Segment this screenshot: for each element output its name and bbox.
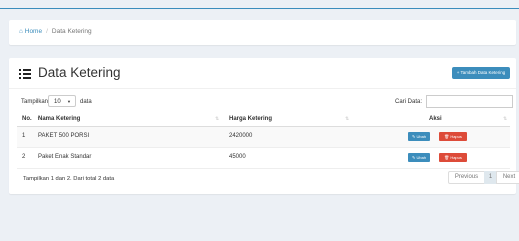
column-header-no[interactable]: No. — [22, 116, 32, 122]
next-page-button[interactable]: Next — [496, 171, 519, 184]
trash-icon: 🗑 — [444, 134, 450, 139]
title-divider — [9, 88, 516, 89]
delete-button[interactable]: 🗑 Hapus — [439, 132, 467, 141]
search-input[interactable] — [426, 95, 513, 108]
column-header-name[interactable]: Nama Ketering — [38, 116, 80, 122]
edit-icon: ✎ — [411, 134, 416, 139]
catering-price: 45000 — [229, 154, 246, 160]
length-label: Tampilkan — [21, 99, 49, 105]
breadcrumb-home-link[interactable]: ⌂ Home — [19, 28, 42, 35]
catering-price: 2420000 — [229, 133, 253, 139]
top-header — [0, 0, 519, 9]
edit-button[interactable]: ✎ Ubah — [408, 153, 430, 162]
row-number: 1 — [22, 133, 26, 139]
page-length-select[interactable]: 10 ▼ — [48, 95, 76, 107]
page-length-value: 10 — [54, 99, 61, 105]
row-number: 2 — [22, 154, 26, 160]
breadcrumb-home-label: Home — [24, 28, 43, 35]
edit-icon: ✎ — [411, 155, 416, 160]
trash-icon: 🗑 — [444, 155, 450, 160]
breadcrumb-separator: / — [46, 28, 48, 35]
breadcrumb-current: Data Ketering — [51, 28, 92, 35]
breadcrumb-panel: ⌂ Home / Data Ketering — [9, 20, 516, 45]
table-row: 1 PAKET 500 PORSI 2420000 ✎ Ubah 🗑 Hapus — [17, 127, 510, 148]
add-catering-button[interactable]: + Tambah Data Ketering — [452, 67, 510, 79]
delete-label: Hapus — [450, 155, 462, 160]
page-title: Data Ketering — [38, 65, 121, 80]
sort-icon: ⇅ — [503, 116, 508, 122]
table-header: No. ↑ Nama Ketering ⇅ Harga Ketering ⇅ Aksi… — [17, 113, 510, 127]
table-info: Tampilkan 1 dan 2. Dari total 2 data — [23, 176, 115, 182]
search-label: Cari Data: — [395, 99, 423, 105]
previous-page-button[interactable]: Previous — [448, 171, 485, 184]
edit-label: Ubah — [416, 155, 427, 160]
edit-button[interactable]: ✎ Ubah — [408, 132, 430, 141]
list-icon — [19, 69, 31, 79]
length-suffix: data — [80, 99, 92, 105]
breadcrumb: ⌂ Home / Data Ketering — [19, 28, 92, 35]
catering-name: PAKET 500 PORSI — [38, 133, 90, 139]
delete-label: Hapus — [450, 134, 462, 139]
data-panel: Data Ketering + Tambah Data Ketering Tam… — [9, 58, 519, 194]
catering-name: Paket Enak Standar — [38, 154, 92, 160]
home-icon: ⌂ — [19, 28, 23, 35]
table-row: 2 Paket Enak Standar 45000 ✎ Ubah 🗑 Hapu… — [17, 148, 510, 169]
sort-icon: ⇅ — [215, 116, 220, 122]
column-header-action: Aksi — [429, 116, 442, 122]
delete-button[interactable]: 🗑 Hapus — [439, 153, 467, 162]
chevron-down-icon: ▼ — [67, 99, 71, 104]
column-header-price[interactable]: Harga Ketering — [229, 116, 272, 122]
edit-label: Ubah — [416, 134, 427, 139]
sort-icon: ⇅ — [345, 116, 350, 122]
header-border — [0, 8, 519, 9]
